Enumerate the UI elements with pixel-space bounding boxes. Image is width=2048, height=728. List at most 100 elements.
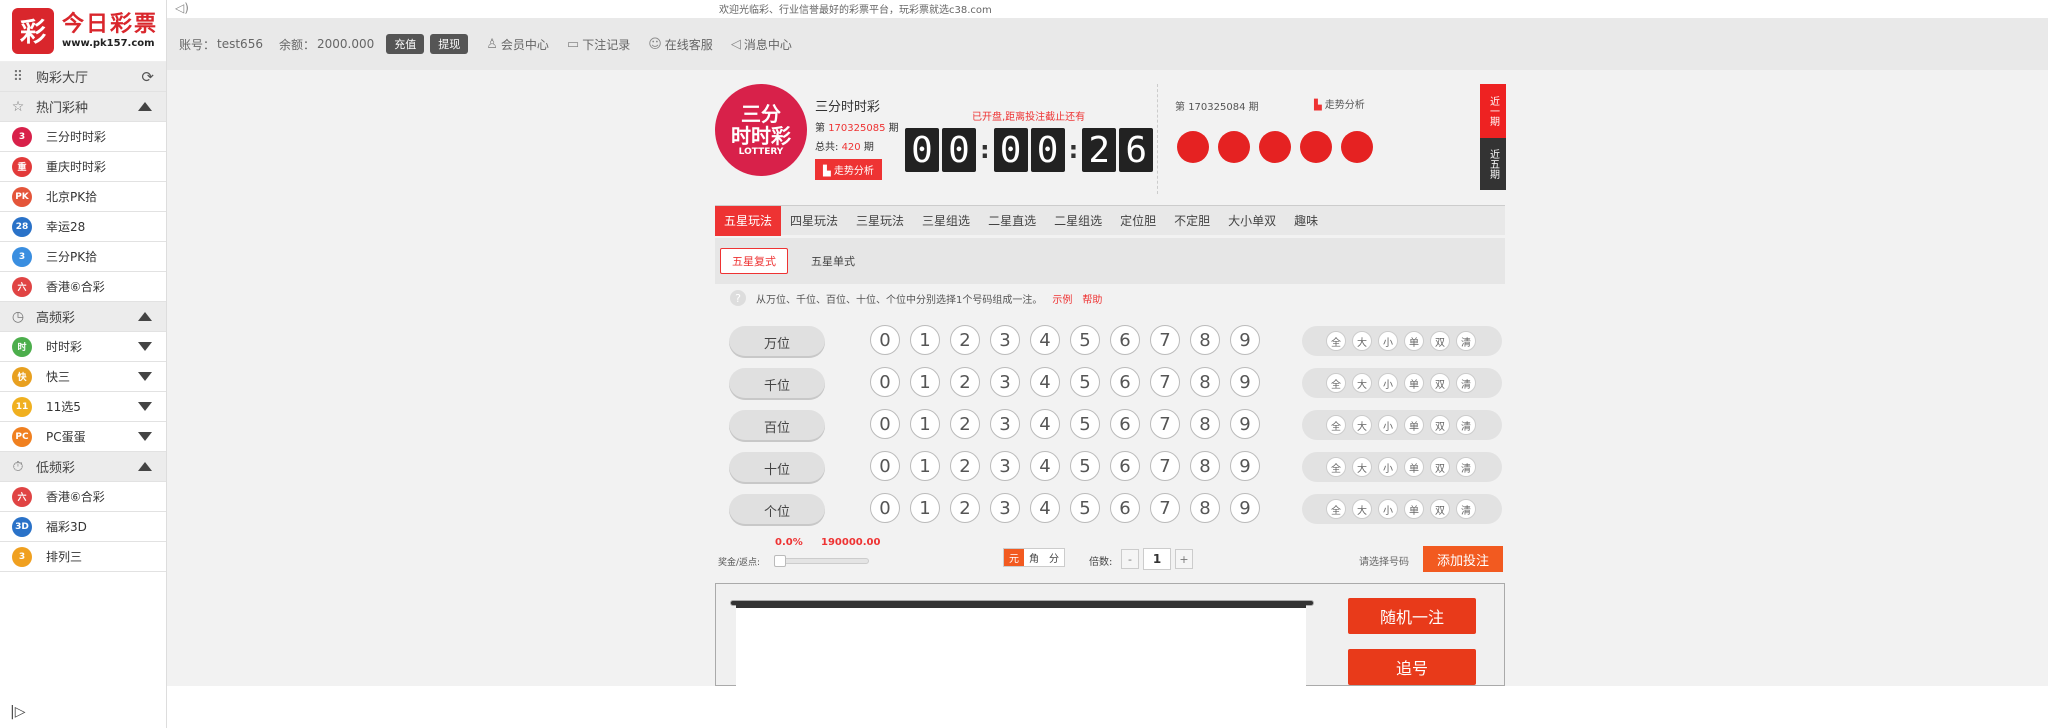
number-ball[interactable]: 3 bbox=[990, 493, 1020, 523]
collapse-sidebar-icon[interactable]: |▷ bbox=[10, 704, 25, 720]
collapse-arrow-icon[interactable] bbox=[138, 102, 152, 111]
quick-select-button[interactable]: 单 bbox=[1404, 457, 1424, 477]
number-ball[interactable]: 2 bbox=[950, 493, 980, 523]
number-ball[interactable]: 6 bbox=[1110, 367, 1140, 397]
number-ball[interactable]: 0 bbox=[870, 409, 900, 439]
tab-play-type[interactable]: 大小单双 bbox=[1219, 206, 1285, 236]
number-ball[interactable]: 0 bbox=[870, 451, 900, 481]
message-center-link[interactable]: ◁ 消息中心 bbox=[731, 36, 792, 53]
sidebar-item[interactable]: 快快三 bbox=[0, 362, 166, 392]
number-ball[interactable]: 2 bbox=[950, 409, 980, 439]
example-link[interactable]: 示例 bbox=[1052, 291, 1072, 306]
quick-select-button[interactable]: 清 bbox=[1456, 457, 1476, 477]
number-ball[interactable]: 0 bbox=[870, 325, 900, 355]
sidebar-item[interactable]: 3 三分PK拾 bbox=[0, 242, 166, 272]
number-ball[interactable]: 6 bbox=[1110, 409, 1140, 439]
deposit-button[interactable]: 充值 bbox=[386, 34, 425, 54]
quick-select-button[interactable]: 清 bbox=[1456, 331, 1476, 351]
number-ball[interactable]: 5 bbox=[1070, 325, 1100, 355]
number-ball[interactable]: 9 bbox=[1230, 493, 1260, 523]
sidebar-group[interactable]: ☆ 热门彩种 bbox=[0, 92, 166, 122]
number-ball[interactable]: 1 bbox=[910, 451, 940, 481]
tab-play-type[interactable]: 二星直选 bbox=[979, 206, 1045, 236]
sidebar-item[interactable]: 六香港⑥合彩 bbox=[0, 482, 166, 512]
number-ball[interactable]: 6 bbox=[1110, 493, 1140, 523]
number-ball[interactable]: 6 bbox=[1110, 451, 1140, 481]
quick-select-button[interactable]: 单 bbox=[1404, 373, 1424, 393]
quick-select-button[interactable]: 清 bbox=[1456, 415, 1476, 435]
random-bet-button[interactable]: 随机一注 bbox=[1348, 598, 1476, 634]
number-ball[interactable]: 6 bbox=[1110, 325, 1140, 355]
tab-play-type[interactable]: 四星玩法 bbox=[781, 206, 847, 236]
trend-analysis-button[interactable]: ▙ 走势分析 bbox=[815, 159, 882, 180]
unit-yuan[interactable]: 元 bbox=[1004, 549, 1024, 566]
unit-fen[interactable]: 分 bbox=[1044, 549, 1064, 566]
quick-select-button[interactable]: 全 bbox=[1326, 415, 1346, 435]
sidebar-item[interactable]: PK 北京PK拾 bbox=[0, 182, 166, 212]
tab-sub-play-type[interactable]: 五星复式 bbox=[720, 248, 788, 274]
number-ball[interactable]: 0 bbox=[870, 367, 900, 397]
number-ball[interactable]: 1 bbox=[910, 367, 940, 397]
quick-select-button[interactable]: 大 bbox=[1352, 457, 1372, 477]
tab-last-five[interactable]: 近五期 bbox=[1480, 138, 1506, 190]
number-ball[interactable]: 4 bbox=[1030, 409, 1060, 439]
tab-play-type[interactable]: 趣味 bbox=[1285, 206, 1327, 236]
bet-records-link[interactable]: ▭ 下注记录 bbox=[567, 36, 630, 53]
sidebar-item[interactable]: 3 排列三 bbox=[0, 542, 166, 572]
sidebar-item[interactable]: 3 三分时时彩 bbox=[0, 122, 166, 152]
number-ball[interactable]: 1 bbox=[910, 325, 940, 355]
number-ball[interactable]: 3 bbox=[990, 451, 1020, 481]
sidebar-item[interactable]: 重重庆时时彩 bbox=[0, 152, 166, 182]
expand-arrow-icon[interactable] bbox=[138, 372, 152, 381]
number-ball[interactable]: 3 bbox=[990, 409, 1020, 439]
quick-select-button[interactable]: 双 bbox=[1430, 373, 1450, 393]
tab-last-one[interactable]: 近一期 bbox=[1480, 84, 1506, 138]
add-bet-button[interactable]: 添加投注 bbox=[1423, 546, 1503, 572]
member-center-link[interactable]: ♙ 会员中心 bbox=[486, 36, 549, 53]
logo[interactable]: 彩 今日彩票 www.pk157.com bbox=[0, 0, 166, 62]
tab-play-type[interactable]: 五星玩法 bbox=[715, 205, 782, 236]
number-ball[interactable]: 8 bbox=[1190, 493, 1220, 523]
tab-play-type[interactable]: 三星组选 bbox=[913, 206, 979, 236]
quick-select-button[interactable]: 全 bbox=[1326, 499, 1346, 519]
withdraw-button[interactable]: 提现 bbox=[430, 34, 469, 54]
number-ball[interactable]: 9 bbox=[1230, 325, 1260, 355]
quick-select-button[interactable]: 单 bbox=[1404, 415, 1424, 435]
number-ball[interactable]: 2 bbox=[950, 367, 980, 397]
sidebar-item[interactable]: PC PC蛋蛋 bbox=[0, 422, 166, 452]
quick-select-button[interactable]: 全 bbox=[1326, 331, 1346, 351]
number-ball[interactable]: 1 bbox=[910, 493, 940, 523]
quick-select-button[interactable]: 双 bbox=[1430, 331, 1450, 351]
quick-select-button[interactable]: 全 bbox=[1326, 373, 1346, 393]
number-ball[interactable]: 5 bbox=[1070, 367, 1100, 397]
quick-select-button[interactable]: 清 bbox=[1456, 373, 1476, 393]
quick-select-button[interactable]: 小 bbox=[1378, 499, 1398, 519]
number-ball[interactable]: 5 bbox=[1070, 451, 1100, 481]
refresh-icon[interactable]: ⟳ bbox=[141, 68, 154, 86]
number-ball[interactable]: 8 bbox=[1190, 325, 1220, 355]
collapse-arrow-icon[interactable] bbox=[138, 312, 152, 321]
number-ball[interactable]: 4 bbox=[1030, 451, 1060, 481]
number-ball[interactable]: 7 bbox=[1150, 451, 1180, 481]
number-ball[interactable]: 5 bbox=[1070, 493, 1100, 523]
number-ball[interactable]: 5 bbox=[1070, 409, 1100, 439]
sidebar-lobby[interactable]: ⠿ 购彩大厅 ⟳ bbox=[0, 62, 166, 92]
quick-select-button[interactable]: 小 bbox=[1378, 373, 1398, 393]
sidebar-item[interactable]: 28 幸运28 bbox=[0, 212, 166, 242]
sidebar-item[interactable]: 时时时彩 bbox=[0, 332, 166, 362]
multiplier-minus-button[interactable]: - bbox=[1121, 549, 1139, 569]
previous-trend-link[interactable]: ▙ 走势分析 bbox=[1314, 96, 1365, 111]
online-service-link[interactable]: ☺ 在线客服 bbox=[648, 36, 713, 53]
quick-select-button[interactable]: 单 bbox=[1404, 331, 1424, 351]
number-ball[interactable]: 9 bbox=[1230, 451, 1260, 481]
number-ball[interactable]: 0 bbox=[870, 493, 900, 523]
number-ball[interactable]: 4 bbox=[1030, 493, 1060, 523]
tab-play-type[interactable]: 三星玩法 bbox=[847, 206, 913, 236]
number-ball[interactable]: 7 bbox=[1150, 493, 1180, 523]
quick-select-button[interactable]: 双 bbox=[1430, 415, 1450, 435]
collapse-arrow-icon[interactable] bbox=[138, 462, 152, 471]
sidebar-item[interactable]: 3D 福彩3D bbox=[0, 512, 166, 542]
help-link[interactable]: 帮助 bbox=[1082, 291, 1102, 306]
number-ball[interactable]: 1 bbox=[910, 409, 940, 439]
quick-select-button[interactable]: 小 bbox=[1378, 457, 1398, 477]
